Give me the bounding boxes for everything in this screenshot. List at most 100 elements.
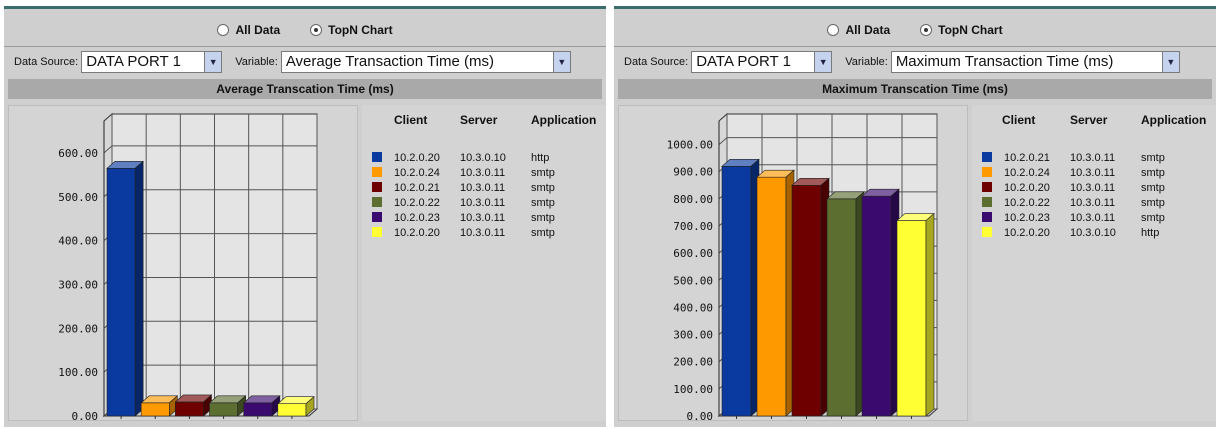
legend-server: 10.3.0.11 [1070,167,1116,179]
y-tick-label: 200.00 [58,322,98,335]
bar [140,395,179,417]
legend-swatch [982,197,992,207]
legend-swatch [982,227,992,237]
bar [826,191,865,417]
legend-server: 10.3.0.11 [1070,152,1116,164]
left-chart-panel: All Data TopN Chart Data Source: DATA PO… [4,6,606,427]
legend-row: 10.2.0.24 10.3.0.11 smtp [362,167,606,182]
legend-client: 10.2.0.20 [394,152,440,164]
variable-select[interactable]: Average Transaction Time (ms) ▼ [280,50,571,73]
topn-chart-radio-button[interactable] [310,24,323,36]
y-tick-label: 300.00 [673,329,713,342]
topn-chart-radio[interactable]: TopN Chart [920,20,1003,40]
legend-server: 10.3.0.11 [460,182,506,194]
legend-server: 10.3.0.11 [460,167,506,179]
bar [174,394,213,417]
legend: Client Server Application 10.2.0.21 10.3.… [972,105,1216,421]
legend-row: 10.2.0.21 10.3.0.11 smtp [972,152,1216,167]
y-tick-label: 100.00 [673,383,713,396]
legend-app: smtp [1141,152,1165,164]
legend-row: 10.2.0.24 10.3.0.11 smtp [972,167,1216,182]
legend-row: 10.2.0.23 10.3.0.11 smtp [362,212,606,227]
y-tick-label: 100.00 [58,366,98,379]
data-source-select[interactable]: DATA PORT 1 ▼ [81,50,223,73]
legend-app: smtp [531,212,555,224]
all-data-radio[interactable]: All Data [827,20,890,40]
legend-client: 10.2.0.20 [1004,227,1050,239]
topn-chart-radio-button[interactable] [920,24,933,36]
view-mode-radio-group: All Data TopN Chart [4,20,606,40]
legend-row: 10.2.0.23 10.3.0.11 smtp [972,212,1216,227]
chevron-down-icon[interactable]: ▼ [552,51,570,72]
y-tick-label: 500.00 [58,191,98,204]
legend-swatch [372,182,382,192]
legend-row: 10.2.0.21 10.3.0.11 smtp [362,182,606,197]
all-data-radio-button[interactable] [217,24,230,36]
y-tick-label: 700.00 [673,220,713,233]
variable-value: Average Transaction Time (ms) [285,53,494,70]
all-data-radio[interactable]: All Data [217,20,280,40]
bar [791,177,830,417]
legend-server: 10.3.0.11 [1070,182,1116,194]
chevron-down-icon[interactable]: ▼ [814,51,832,72]
chevron-down-icon[interactable]: ▼ [1161,51,1179,72]
controls-row: Data Source: DATA PORT 1 ▼ Variable: Ave… [4,46,606,76]
data-source-value: DATA PORT 1 [696,53,791,70]
legend-app: smtp [531,227,555,239]
bar-chart-svg: 0.00 100.00 200.00 300.00 400.00 500.00 600.00… [667,112,939,422]
legend-server: 10.3.0.10 [1070,227,1116,239]
legend-app: http [1141,227,1160,239]
legend-server: 10.3.0.11 [460,197,506,209]
bar [896,212,935,417]
legend-swatch [982,152,992,162]
y-tick-label: 0.00 [687,410,714,422]
all-data-label: All Data [845,23,891,37]
data-source-label: Data Source: [624,55,689,68]
legend-header-server: Server [1070,113,1108,127]
legend-app: smtp [531,167,555,179]
bar-chart-svg: 0.00 100.00 200.00 300.00 400.00 500.00 600.00 [58,112,319,422]
legend-client: 10.2.0.21 [394,182,440,194]
variable-value: Maximum Transaction Time (ms) [895,53,1114,70]
bar [106,160,144,417]
legend-swatch [372,167,382,177]
legend-swatch [372,197,382,207]
bar [756,169,795,417]
chart-title: Average Transcation Time (ms) [8,79,602,99]
legend-server: 10.3.0.11 [460,212,506,224]
bar [721,158,760,417]
bar [208,395,247,417]
legend-client: 10.2.0.21 [1004,152,1050,164]
data-source-select[interactable]: DATA PORT 1 ▼ [691,50,833,73]
legend-server: 10.3.0.10 [460,152,506,164]
legend-app: smtp [1141,167,1165,179]
legend-app: smtp [531,182,555,194]
legend-row: 10.2.0.20 10.3.0.10 http [362,152,606,167]
data-source-value: DATA PORT 1 [86,53,181,70]
topn-chart-radio[interactable]: TopN Chart [310,20,393,40]
chevron-down-icon[interactable]: ▼ [204,51,222,72]
legend-header-application: Application [1141,113,1207,127]
legend-rows: 10.2.0.21 10.3.0.11 smtp 10.2.0.24 10.3.0.11… [972,152,1216,242]
legend-app: smtp [1141,197,1165,209]
bar-chart-area: 0.00 100.00 200.00 300.00 400.00 500.00 600.00 [8,105,358,422]
legend-header-server: Server [460,113,498,127]
view-mode-radio-group: All Data TopN Chart [614,20,1216,40]
chart-title: Maximum Transcation Time (ms) [618,79,1212,99]
topn-chart-label: TopN Chart [938,23,1003,37]
topn-chart-label: TopN Chart [328,23,393,37]
legend-swatch [372,152,382,162]
legend-rows: 10.2.0.20 10.3.0.10 http 10.2.0.24 10.3.0.11… [362,152,606,242]
legend-client: 10.2.0.20 [394,227,440,239]
all-data-label: All Data [235,23,281,37]
variable-label: Variable: [845,55,888,68]
data-source-label: Data Source: [14,55,79,68]
legend-client: 10.2.0.20 [1004,182,1050,194]
all-data-radio-button[interactable] [827,24,840,36]
legend-client: 10.2.0.23 [394,212,440,224]
controls-row: Data Source: DATA PORT 1 ▼ Variable: Max… [614,46,1216,76]
variable-select[interactable]: Maximum Transaction Time (ms) ▼ [890,50,1180,73]
legend-server: 10.3.0.11 [1070,212,1116,224]
y-tick-label: 800.00 [673,193,713,206]
legend-client: 10.2.0.22 [1004,197,1050,209]
